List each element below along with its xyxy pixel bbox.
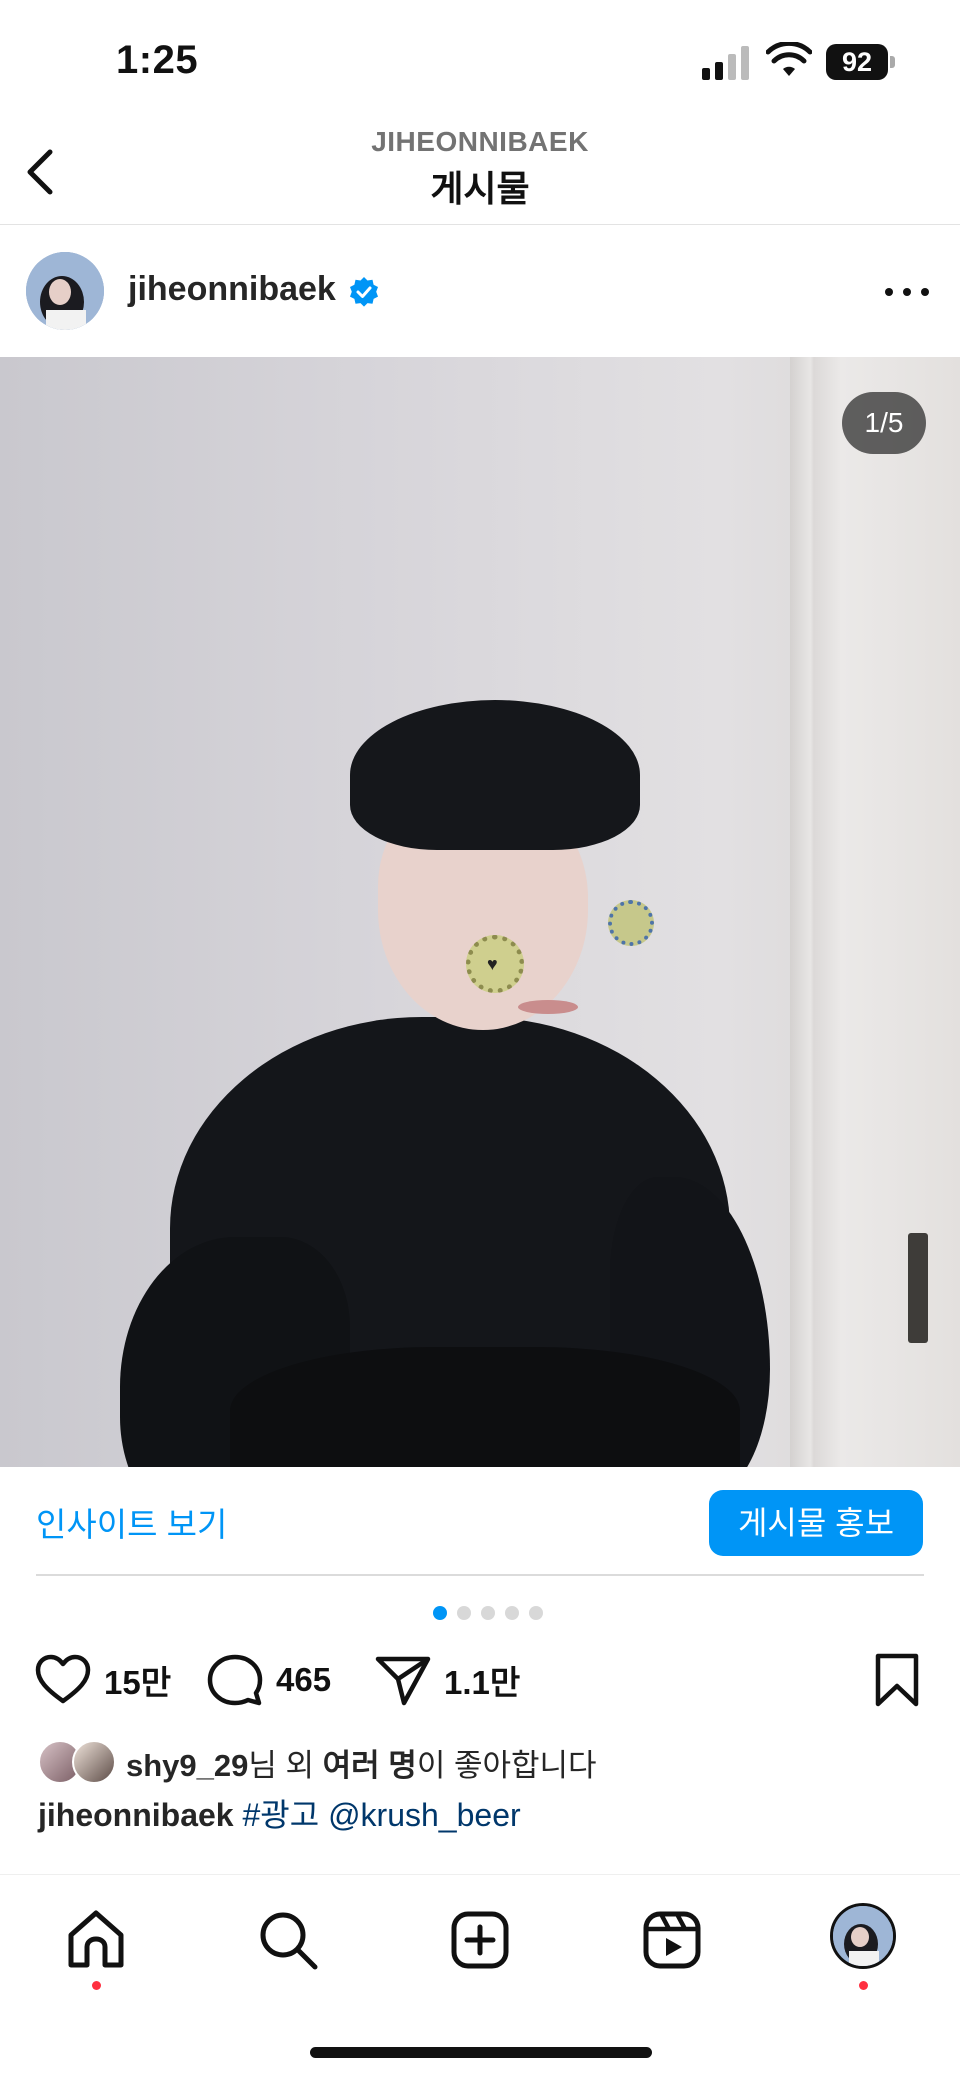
home-notification-dot xyxy=(92,1981,101,1990)
home-indicator xyxy=(310,2047,652,2058)
post-photo[interactable]: ♥ xyxy=(0,357,960,1467)
plus-square-icon[interactable] xyxy=(447,1907,513,1973)
reels-icon[interactable] xyxy=(639,1907,705,1973)
post-actions: 15만 465 1.1만 xyxy=(0,1650,960,1710)
header-username: JIHEONNIBAEK xyxy=(371,126,589,157)
header: JIHEONNIBAEK 게시물 xyxy=(0,120,960,225)
carousel-indicator xyxy=(0,1606,960,1622)
liker-avatars xyxy=(38,1740,116,1784)
liked-by-text: shy9_29님 외 여러 명이 좋아합니다 xyxy=(126,1740,597,1785)
bookmark-icon[interactable] xyxy=(870,1652,924,1708)
photo-bottle-cap: ♥ xyxy=(466,935,524,993)
promote-post-button[interactable]: 게시물 홍보 xyxy=(709,1490,923,1556)
insights-row: 인사이트 보기 게시물 홍보 xyxy=(0,1468,960,1575)
caption-hashtag[interactable]: #광고 xyxy=(242,1797,319,1833)
wifi-icon xyxy=(766,42,812,76)
liked-by-user[interactable]: shy9_29 xyxy=(126,1748,248,1783)
carousel-dot xyxy=(529,1606,543,1620)
cellular-signal-icon xyxy=(702,46,749,80)
comment-icon[interactable] xyxy=(206,1651,264,1709)
nav-profile-avatar[interactable] xyxy=(830,1903,896,1969)
home-icon[interactable] xyxy=(63,1907,129,1973)
battery-level: 92 xyxy=(826,44,888,80)
battery-icon: 92 xyxy=(826,44,896,80)
photo-lips xyxy=(518,1000,578,1014)
status-time: 1:25 xyxy=(116,38,199,82)
carousel-dot xyxy=(457,1606,471,1620)
view-insights-link[interactable]: 인사이트 보기 xyxy=(36,1498,227,1546)
post-header: jiheonnibaek xyxy=(0,226,960,356)
post-username[interactable]: jiheonnibaek xyxy=(128,270,336,309)
liked-by-others[interactable]: 여러 명 xyxy=(323,1748,417,1783)
post-caption: jiheonnibaek #광고 @krush_beer xyxy=(38,1790,521,1836)
photo-shirt xyxy=(230,1347,740,1467)
share-action: 1.1만 xyxy=(374,1650,520,1710)
photo-door xyxy=(790,357,960,1467)
carousel-page-counter: 1/5 xyxy=(842,392,926,454)
photo-door-hinge xyxy=(908,1233,928,1343)
avatar xyxy=(72,1740,116,1784)
verified-badge-icon xyxy=(350,277,378,307)
divider xyxy=(36,1574,924,1576)
caption-mention[interactable]: @krush_beer xyxy=(328,1797,521,1833)
comment-action: 465 xyxy=(206,1650,331,1710)
heart-icon[interactable] xyxy=(34,1651,92,1709)
bottom-nav xyxy=(0,1874,960,2014)
carousel-dot xyxy=(433,1606,447,1620)
search-icon[interactable] xyxy=(255,1907,321,1973)
comments-count[interactable]: 465 xyxy=(276,1661,331,1699)
send-icon[interactable] xyxy=(374,1651,432,1709)
profile-notification-dot xyxy=(859,1981,868,1990)
liked-by-suffix: 님 외 xyxy=(248,1747,323,1783)
carousel-dot xyxy=(481,1606,495,1620)
liked-by-suffix-2: 이 좋아합니다 xyxy=(416,1747,597,1783)
avatar[interactable] xyxy=(26,252,104,330)
page-title: 게시물 xyxy=(430,168,530,209)
liked-by-line[interactable]: shy9_29님 외 여러 명이 좋아합니다 xyxy=(38,1738,597,1786)
status-bar: 1:25 92 xyxy=(0,0,960,120)
more-options-button[interactable] xyxy=(880,278,934,306)
caption-username[interactable]: jiheonnibaek xyxy=(38,1797,234,1833)
shares-count[interactable]: 1.1만 xyxy=(444,1656,520,1704)
likes-count[interactable]: 15만 xyxy=(104,1656,171,1704)
photo-bottle-cap xyxy=(608,900,654,946)
like-action: 15만 xyxy=(34,1650,171,1710)
carousel-dot xyxy=(505,1606,519,1620)
photo-bangs xyxy=(350,700,640,850)
